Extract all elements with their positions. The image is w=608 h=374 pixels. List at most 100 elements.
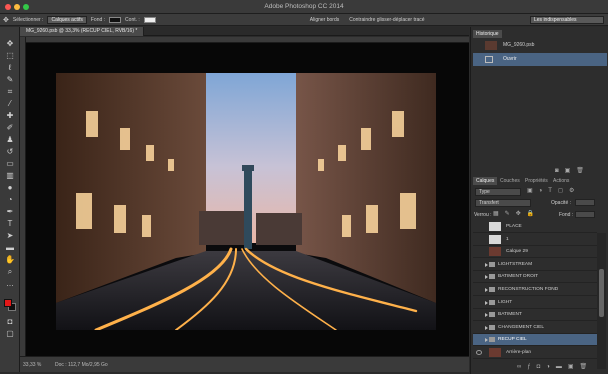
document-image[interactable]	[56, 73, 436, 330]
adjustment-filter-icon[interactable]: ◑	[539, 188, 543, 195]
place-vendome-photo	[56, 73, 436, 330]
zoom-tool-icon[interactable]: ⌕	[5, 267, 15, 276]
new-group-icon[interactable]: ▬	[556, 364, 562, 371]
camera-icon[interactable]: ▣	[565, 168, 571, 175]
layer-row[interactable]: BATIMENT	[473, 309, 597, 322]
expand-group-icon[interactable]	[485, 338, 488, 343]
zoom-readout[interactable]: 33,33 %	[23, 362, 41, 368]
trash-icon[interactable]: 🗑	[576, 168, 584, 175]
select-dropdown[interactable]: Calques actifs	[47, 15, 87, 24]
filter-kind-dropdown[interactable]: Type	[475, 188, 521, 196]
expand-group-icon[interactable]	[485, 262, 488, 267]
layer-row[interactable]: 1	[473, 234, 597, 246]
scroll-thumb[interactable]	[599, 269, 604, 317]
layer-row[interactable]: LIGHT	[473, 297, 597, 309]
path-select-tool-icon[interactable]: ➤	[5, 231, 15, 240]
layer-row[interactable]: LIGHTSTREAM	[473, 259, 597, 271]
type-tool-icon[interactable]: T	[5, 219, 15, 228]
stamp-tool-icon[interactable]: ♟	[5, 135, 15, 144]
new-layer-icon[interactable]: ▣	[568, 364, 574, 371]
pen-tool-icon[interactable]: ✒	[5, 207, 15, 216]
expand-group-icon[interactable]	[485, 300, 488, 305]
link-layers-icon[interactable]: ∞	[517, 364, 521, 371]
shape-filter-icon[interactable]: ◻	[558, 188, 563, 195]
tab-actions[interactable]: Actions	[550, 177, 572, 185]
layer-row[interactable]: PLACE	[473, 221, 597, 233]
align-checkbox[interactable]: Aligner bords	[310, 17, 339, 23]
hand-tool-icon[interactable]: ✋	[5, 255, 15, 264]
blur-tool-icon[interactable]: ●	[5, 183, 15, 192]
layers-list: PLACE 1 Calque 29 LIGHTSTREAM BATIMENT DROIT…	[471, 221, 597, 361]
fx-icon[interactable]: ƒ	[527, 364, 530, 371]
document-tab[interactable]: MG_9260.psb @ 33,3% (RECUP CIEL, RVB/16)…	[20, 27, 145, 36]
blend-mode-label: Transfert	[479, 200, 499, 206]
smart-filter-icon[interactable]: ⚙	[569, 188, 574, 195]
brush-tool-icon[interactable]: ✐	[5, 123, 15, 132]
text-filter-icon[interactable]: T	[548, 188, 552, 195]
tab-properties[interactable]: Propriétés	[522, 177, 551, 185]
screen-mode-icon[interactable]: ▢	[5, 329, 15, 338]
fill-input[interactable]	[575, 211, 595, 218]
healing-tool-icon[interactable]: ✚	[5, 111, 15, 120]
visibility-eye-icon[interactable]	[476, 350, 482, 355]
lasso-tool-icon[interactable]: ℓ	[5, 63, 15, 72]
expand-group-icon[interactable]	[485, 275, 488, 280]
tab-history[interactable]: Historique	[473, 30, 502, 38]
move-tool-icon[interactable]: ✥	[3, 16, 9, 24]
add-mask-icon[interactable]: ◘	[537, 364, 541, 371]
tab-channels[interactable]: Couches	[497, 177, 523, 185]
layer-row[interactable]: RECUP CIEL	[473, 334, 597, 347]
more-tools-icon[interactable]: …	[5, 279, 15, 288]
expand-group-icon[interactable]	[485, 288, 488, 292]
lock-pixels-icon[interactable]: ▦	[493, 211, 499, 218]
dodge-tool-icon[interactable]: ◔	[5, 195, 15, 204]
eyedropper-tool-icon[interactable]: ⁄	[5, 99, 15, 108]
layer-row[interactable]: CHANGEMENT CIEL	[473, 322, 597, 334]
shape-tool-icon[interactable]: ▬	[5, 243, 15, 252]
document-size[interactable]: Doc : 112,7 Mo/2,95 Go	[55, 362, 108, 368]
move-tool-icon[interactable]: ✥	[5, 39, 15, 48]
lock-all-icon[interactable]: 🔒	[527, 211, 534, 218]
lock-icons: ▦ ✎ ✥ 🔒	[493, 211, 534, 218]
drag-constraint-checkbox[interactable]: Contraindre glisser-déplacer tracé	[349, 17, 424, 23]
layers-scrollbar[interactable]	[597, 233, 606, 369]
opacity-input[interactable]	[575, 199, 595, 206]
quick-mask-icon[interactable]: ◘	[5, 317, 15, 326]
history-brush-tool-icon[interactable]: ↺	[5, 147, 15, 156]
history-item[interactable]: Ouvrir	[473, 53, 607, 66]
layer-row[interactable]: BATIMENT DROIT	[473, 271, 597, 284]
layer-name: Arrière-plan	[506, 350, 532, 355]
delete-layer-icon[interactable]: 🗑	[580, 364, 588, 371]
filter-kind-label: Type	[479, 189, 490, 195]
layer-name: LIGHTSTREAM	[498, 261, 533, 267]
foreground-color-swatch[interactable]	[4, 299, 12, 307]
expand-group-icon[interactable]	[485, 313, 488, 318]
layer-thumbnail	[489, 222, 501, 231]
quick-select-tool-icon[interactable]: ✎	[5, 75, 15, 84]
gradient-tool-icon[interactable]: ▥	[5, 171, 15, 180]
expand-group-icon[interactable]	[485, 325, 488, 330]
layer-row[interactable]: RECONSTRUCTION FOND	[473, 284, 597, 296]
lock-brush-icon[interactable]: ✎	[505, 211, 510, 218]
workspace-dropdown[interactable]: Les indispensables	[530, 16, 604, 24]
stroke-swatch[interactable]	[143, 16, 156, 23]
layer-name: CHANGEMENT CIEL	[498, 324, 545, 330]
crop-tool-icon[interactable]: ⌗	[5, 87, 15, 96]
folder-icon	[489, 324, 495, 330]
folder-icon	[489, 274, 495, 280]
blend-mode-dropdown[interactable]: Transfert	[475, 199, 531, 207]
lock-move-icon[interactable]: ✥	[516, 211, 521, 218]
eraser-tool-icon[interactable]: ▭	[5, 159, 15, 168]
snapshot-icon[interactable]: ◙	[555, 168, 559, 175]
folder-icon	[489, 312, 495, 318]
layer-row[interactable]: Calque 29	[473, 246, 597, 259]
image-filter-icon[interactable]: ▣	[527, 188, 533, 195]
fill-swatch[interactable]	[109, 16, 122, 23]
tab-layers[interactable]: Calques	[473, 177, 498, 185]
history-snapshot[interactable]: MG_9260.psb	[473, 39, 607, 52]
layer-name: PLACE	[506, 224, 522, 229]
layer-row[interactable]: Arrière-plan	[473, 347, 597, 359]
adjustment-layer-icon[interactable]: ◑	[546, 364, 550, 371]
layer-name: 1	[506, 236, 509, 242]
marquee-tool-icon[interactable]: ⬚	[5, 51, 15, 60]
